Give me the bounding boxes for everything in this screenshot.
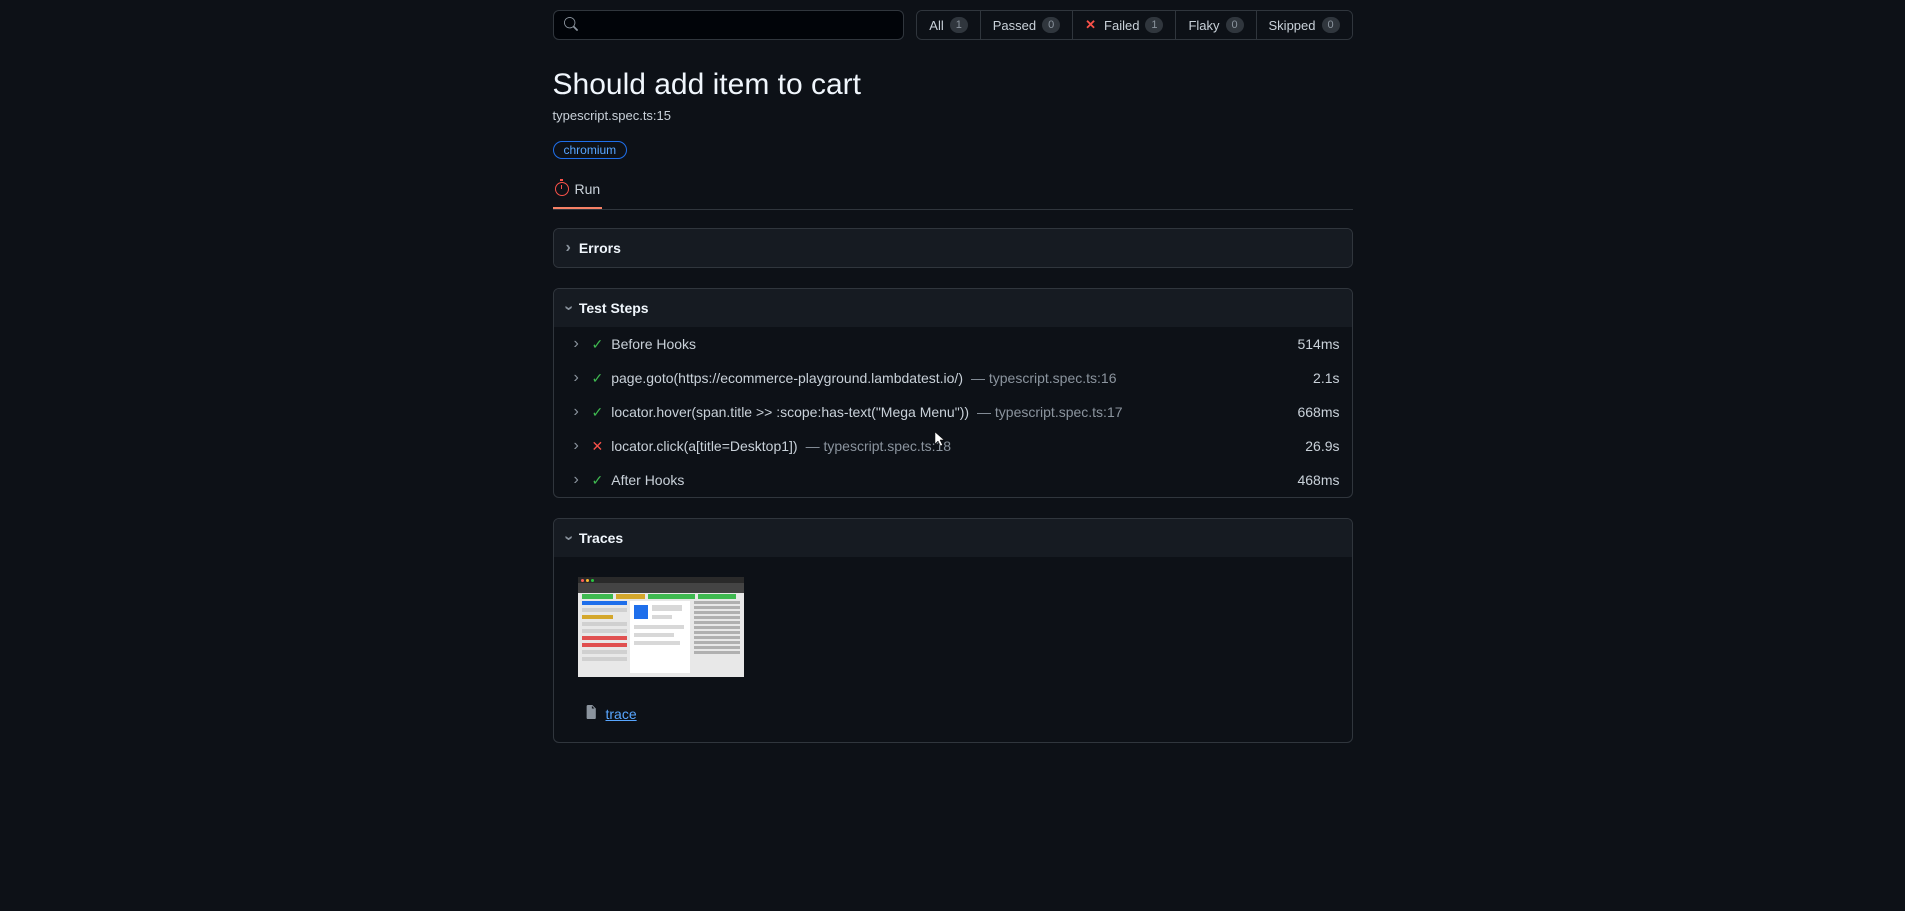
filter-count-badge: 0	[1226, 17, 1244, 33]
tab-label: Run	[575, 181, 601, 197]
filter-count-badge: 0	[1322, 17, 1340, 33]
filter-skipped[interactable]: Skipped 0	[1257, 11, 1352, 39]
tab-run[interactable]: Run	[553, 175, 603, 209]
stopwatch-icon	[555, 182, 569, 196]
errors-panel: Errors	[553, 228, 1353, 268]
filter-label: All	[929, 18, 943, 33]
step-time: 2.1s	[1313, 370, 1339, 386]
chevron-down-icon	[566, 529, 571, 547]
filter-label: Flaky	[1188, 18, 1219, 33]
trace-link[interactable]: trace	[606, 706, 637, 722]
filter-label: Skipped	[1269, 18, 1316, 33]
filter-count-badge: 1	[1145, 17, 1163, 33]
trace-thumbnail[interactable]	[578, 577, 744, 677]
chevron-right-icon: ›	[574, 471, 584, 489]
filter-label: Passed	[993, 18, 1036, 33]
filter-count-badge: 0	[1042, 17, 1060, 33]
search-box[interactable]	[553, 10, 905, 40]
check-icon: ✓	[592, 370, 604, 387]
step-row[interactable]: › ✓ locator.hover(span.title >> :scope:h…	[554, 395, 1352, 429]
step-list: › ✓ Before Hooks 514ms › ✓ page.goto(htt…	[554, 327, 1352, 497]
step-meta: — typescript.spec.ts:18	[806, 438, 952, 454]
file-icon	[584, 705, 598, 722]
filter-failed[interactable]: ✕ Failed 1	[1073, 11, 1176, 39]
search-icon	[564, 17, 578, 34]
project-tag[interactable]: chromium	[553, 141, 628, 159]
filter-passed[interactable]: Passed 0	[981, 11, 1073, 39]
step-text: After Hooks	[611, 472, 684, 488]
step-text: page.goto(https://ecommerce-playground.l…	[611, 370, 963, 386]
x-icon: ✕	[592, 438, 604, 455]
step-time: 26.9s	[1305, 438, 1339, 454]
filter-count-badge: 1	[950, 17, 968, 33]
chevron-right-icon: ›	[574, 369, 584, 387]
step-meta: — typescript.spec.ts:16	[971, 370, 1117, 386]
filter-flaky[interactable]: Flaky 0	[1176, 11, 1256, 39]
check-icon: ✓	[592, 336, 604, 353]
chevron-down-icon	[566, 299, 571, 317]
filter-label: Failed	[1104, 18, 1139, 33]
check-icon: ✓	[592, 472, 604, 489]
chevron-right-icon: ›	[574, 437, 584, 455]
filter-bar: All 1 Passed 0 ✕ Failed 1 Flaky 0 Skippe…	[916, 10, 1352, 40]
section-title: Traces	[579, 530, 623, 546]
toolbar: All 1 Passed 0 ✕ Failed 1 Flaky 0 Skippe…	[553, 10, 1353, 40]
check-icon: ✓	[592, 404, 604, 421]
step-time: 468ms	[1297, 472, 1339, 488]
errors-header[interactable]: Errors	[554, 229, 1352, 267]
step-time: 514ms	[1297, 336, 1339, 352]
step-text: locator.hover(span.title >> :scope:has-t…	[611, 404, 969, 420]
x-icon: ✕	[1085, 17, 1096, 33]
step-row[interactable]: › ✓ Before Hooks 514ms	[554, 327, 1352, 361]
filter-all[interactable]: All 1	[917, 11, 980, 39]
test-steps-header[interactable]: Test Steps	[554, 289, 1352, 327]
chevron-right-icon: ›	[574, 335, 584, 353]
step-row[interactable]: › ✓ After Hooks 468ms	[554, 463, 1352, 497]
trace-body: trace	[554, 557, 1352, 742]
tabs: Run	[553, 175, 1353, 210]
chevron-right-icon	[566, 239, 571, 257]
step-text: Before Hooks	[611, 336, 696, 352]
test-steps-panel: Test Steps › ✓ Before Hooks 514ms › ✓ pa…	[553, 288, 1353, 498]
trace-link-row: trace	[578, 705, 1328, 722]
section-title: Test Steps	[579, 300, 649, 316]
step-time: 668ms	[1297, 404, 1339, 420]
section-title: Errors	[579, 240, 621, 256]
page-title: Should add item to cart	[553, 68, 1353, 102]
chevron-right-icon: ›	[574, 403, 584, 421]
step-meta: — typescript.spec.ts:17	[977, 404, 1123, 420]
step-row[interactable]: › ✓ page.goto(https://ecommerce-playgrou…	[554, 361, 1352, 395]
file-location: typescript.spec.ts:15	[553, 108, 1353, 123]
step-text: locator.click(a[title=Desktop1])	[611, 438, 797, 454]
traces-header[interactable]: Traces	[554, 519, 1352, 557]
traces-panel: Traces	[553, 518, 1353, 743]
step-row[interactable]: › ✕ locator.click(a[title=Desktop1]) — t…	[554, 429, 1352, 463]
search-input[interactable]	[586, 17, 894, 33]
